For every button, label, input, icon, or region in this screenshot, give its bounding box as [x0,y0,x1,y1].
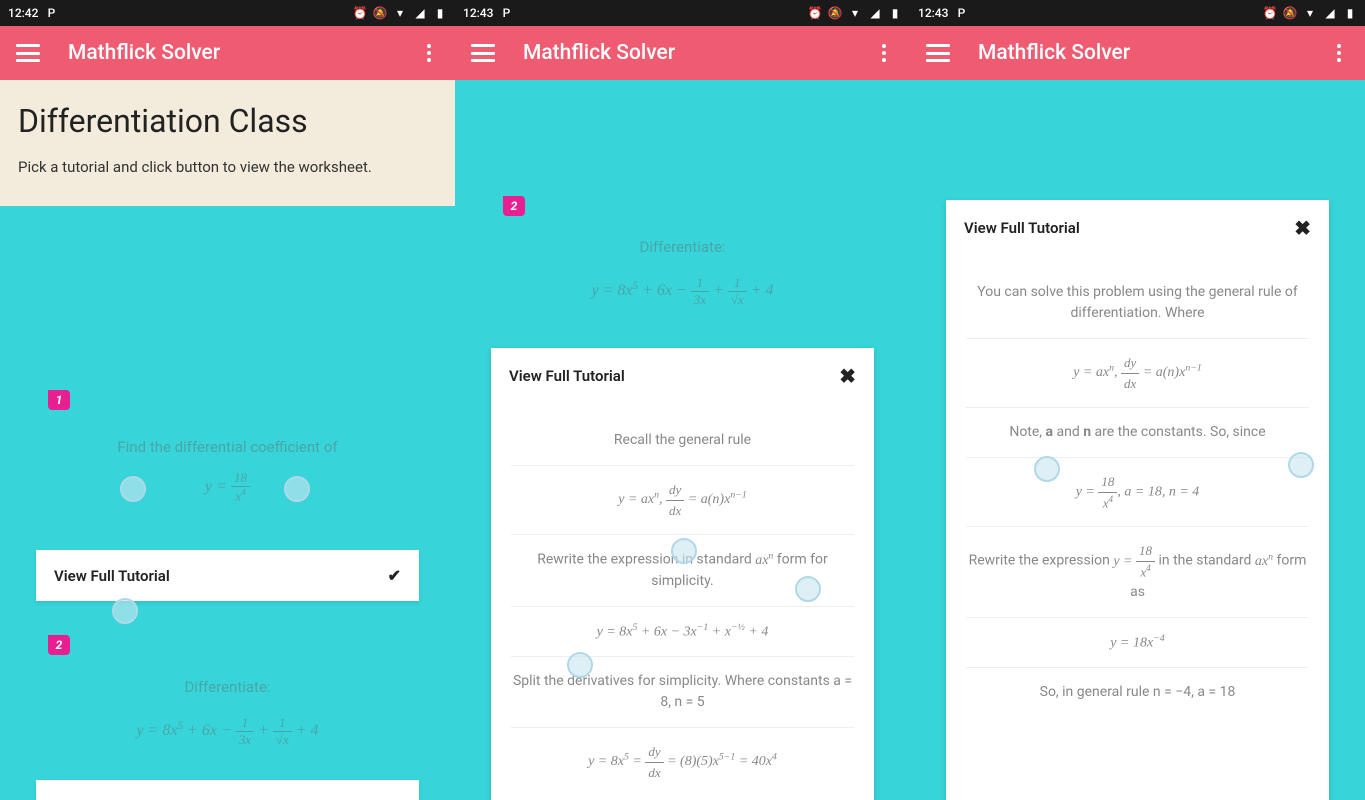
question-badge-2: 2 [48,635,70,655]
tutorial-step: Note, a and n are the constants. So, sin… [966,408,1309,458]
p-icon: P [954,6,968,20]
battery-icon: ▮ [1343,6,1357,20]
tutorial-math: y = 8x5 = dydx = (8)(5)x5−1 = 40x4 [511,728,854,796]
menu-icon[interactable] [471,44,495,62]
status-bar: 12:43 P ⏰ 🔕 ▾ ◢ ▮ [910,0,1365,26]
status-time: 12:43 [463,6,493,20]
view-tutorial-label: View Full Tutorial [54,797,170,800]
highlight-marker [120,476,146,502]
alarm-icon: ⏰ [353,6,367,20]
highlight-marker [567,652,593,678]
close-icon[interactable]: ✖ [839,364,856,388]
status-bar: 12:42 P ⏰ 🔕 ▾ ◢ ▮ [0,0,455,26]
check-icon: ✔ [388,566,401,585]
tutorial-step: Rewrite the expression y = 18x4 in the s… [966,527,1309,617]
tutorial-title: View Full Tutorial [964,219,1080,237]
p-icon: P [499,6,513,20]
dnd-icon: 🔕 [1283,6,1297,20]
status-bar: 12:43 P ⏰ 🔕 ▾ ◢ ▮ [455,0,910,26]
app-title: Mathflick Solver [978,41,1329,65]
tutorial-step: Split the derivatives for simplicity. Wh… [511,657,854,728]
question-2-math: y = 8x5 + 6x − 13x + 1√x + 4 [0,715,455,748]
tutorial-math: y = 18x4, a = 18, n = 4 [966,458,1309,527]
question-math: y = 8x5 + 6x − 13x + 1√x + 4 [455,275,910,308]
highlight-marker [1034,456,1060,482]
highlight-marker [1288,452,1314,478]
page-title: Differentiation Class [18,102,437,140]
intro-card: Differentiation Class Pick a tutorial an… [0,80,455,206]
close-icon[interactable]: ✖ [1294,216,1311,240]
view-tutorial-button-2[interactable]: View Full Tutorial ✔ [36,780,419,800]
app-bar: Mathflick Solver [910,26,1365,80]
battery-icon: ▮ [888,6,902,20]
view-tutorial-button-1[interactable]: View Full Tutorial ✔ [36,550,419,601]
signal-icon: ◢ [413,6,427,20]
question-text: Differentiate: [455,238,910,256]
signal-icon: ◢ [1323,6,1337,20]
tutorial-math: y = 18x−4 [966,618,1309,669]
question-1-text: Find the differential coefficient of [0,438,455,456]
tutorial-header: View Full Tutorial ✖ [491,348,874,404]
highlight-marker [112,598,138,624]
tutorial-math: y = 8x5 + 6x − 3x−1 + x−½ + 4 [511,607,854,658]
wifi-icon: ▾ [393,6,407,20]
tutorial-step: Recall the general rule [511,416,854,466]
highlight-marker [284,476,310,502]
question-badge-2: 2 [503,196,525,216]
app-bar: Mathflick Solver [455,26,910,80]
overflow-icon[interactable] [419,44,439,62]
signal-icon: ◢ [868,6,882,20]
dnd-icon: 🔕 [373,6,387,20]
page-subtitle: Pick a tutorial and click button to view… [18,158,437,176]
check-icon: ✔ [388,796,401,800]
p-icon: P [44,6,58,20]
tutorial-step: So, in general rule n = −4, a = 18 [966,668,1309,717]
highlight-marker [795,576,821,602]
highlight-marker [671,538,697,564]
alarm-icon: ⏰ [808,6,822,20]
status-time: 12:43 [918,6,948,20]
tutorial-math: y = axn, dydx = a(n)xn−1 [966,339,1309,408]
tutorial-title: View Full Tutorial [509,367,625,385]
tutorial-panel: View Full Tutorial ✖ You can solve this … [946,200,1329,800]
view-tutorial-label: View Full Tutorial [54,567,170,585]
question-2-text: Differentiate: [0,678,455,696]
overflow-icon[interactable] [1329,44,1349,62]
app-bar: Mathflick Solver [0,26,455,80]
question-1-math: y = 18x4 [0,470,455,504]
menu-icon[interactable] [926,44,950,62]
tutorial-step: You can solve this problem using the gen… [966,268,1309,339]
battery-icon: ▮ [433,6,447,20]
wifi-icon: ▾ [848,6,862,20]
wifi-icon: ▾ [1303,6,1317,20]
question-badge-1: 1 [48,390,70,410]
alarm-icon: ⏰ [1263,6,1277,20]
overflow-icon[interactable] [874,44,894,62]
dnd-icon: 🔕 [828,6,842,20]
tutorial-math: y = axn, dydx = a(n)xn−1 [511,466,854,535]
status-time: 12:42 [8,6,38,20]
app-title: Mathflick Solver [68,41,419,65]
menu-icon[interactable] [16,44,40,62]
app-title: Mathflick Solver [523,41,874,65]
tutorial-panel: View Full Tutorial ✖ Recall the general … [491,348,874,800]
tutorial-header: View Full Tutorial ✖ [946,200,1329,256]
